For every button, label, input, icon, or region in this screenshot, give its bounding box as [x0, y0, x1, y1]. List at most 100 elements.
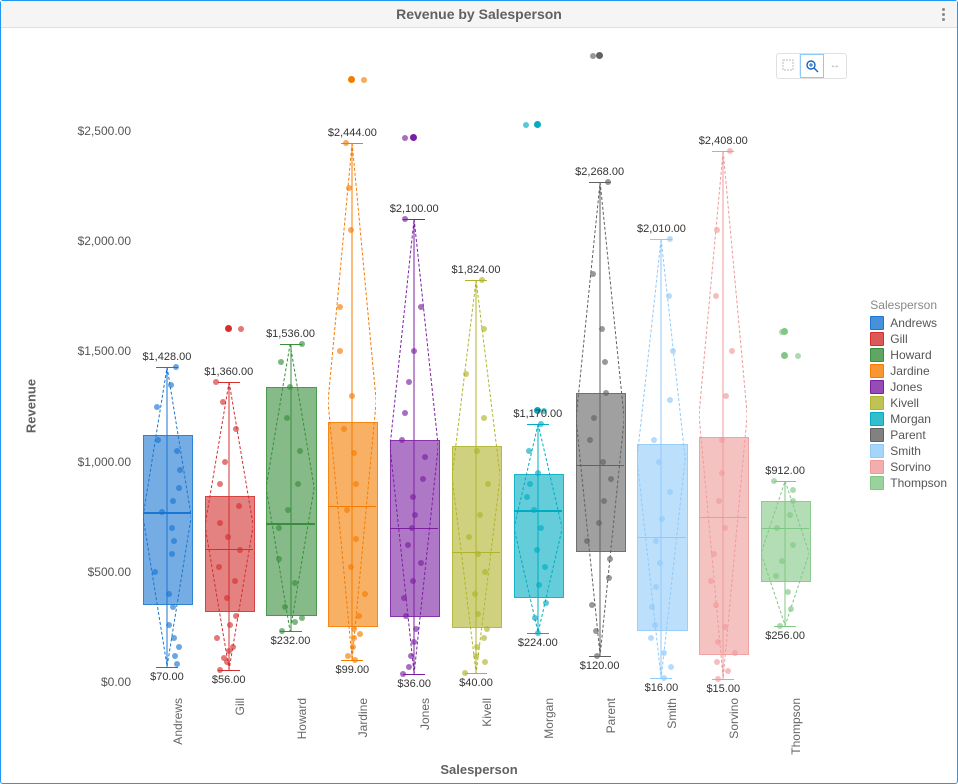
legend-item[interactable]: Morgan	[870, 412, 947, 426]
data-point[interactable]	[422, 454, 428, 460]
data-point[interactable]	[225, 534, 231, 540]
outlier-point[interactable]	[596, 52, 603, 59]
data-point[interactable]	[594, 653, 600, 659]
data-point[interactable]	[220, 399, 226, 405]
data-point[interactable]	[406, 664, 412, 670]
data-point[interactable]	[538, 421, 544, 427]
data-point[interactable]	[287, 384, 293, 390]
data-point[interactable]	[173, 364, 179, 370]
data-point[interactable]	[535, 470, 541, 476]
data-point[interactable]	[299, 341, 305, 347]
data-point[interactable]	[656, 459, 662, 465]
data-point[interactable]	[401, 595, 407, 601]
data-point[interactable]	[402, 135, 408, 141]
data-point[interactable]	[651, 437, 657, 443]
data-point[interactable]	[174, 661, 180, 667]
data-point[interactable]	[723, 393, 729, 399]
data-point[interactable]	[527, 481, 533, 487]
data-point[interactable]	[217, 481, 223, 487]
data-point[interactable]	[708, 578, 714, 584]
data-point[interactable]	[176, 644, 182, 650]
data-point[interactable]	[353, 536, 359, 542]
data-point[interactable]	[217, 667, 223, 673]
data-point[interactable]	[152, 569, 158, 575]
data-point[interactable]	[590, 53, 596, 59]
legend-item[interactable]: Smith	[870, 444, 947, 458]
data-point[interactable]	[337, 348, 343, 354]
data-point[interactable]	[463, 371, 469, 377]
data-point[interactable]	[543, 600, 549, 606]
data-point[interactable]	[279, 628, 285, 634]
data-point[interactable]	[349, 393, 355, 399]
overflow-menu-button[interactable]	[933, 4, 953, 24]
data-point[interactable]	[362, 591, 368, 597]
data-point[interactable]	[348, 227, 354, 233]
data-point[interactable]	[795, 353, 801, 359]
data-point[interactable]	[172, 653, 178, 659]
data-point[interactable]	[729, 348, 735, 354]
data-point[interactable]	[584, 538, 590, 544]
data-point[interactable]	[474, 644, 480, 650]
data-point[interactable]	[666, 293, 672, 299]
box[interactable]	[452, 446, 502, 628]
data-point[interactable]	[409, 525, 415, 531]
data-point[interactable]	[670, 348, 676, 354]
data-point[interactable]	[484, 626, 490, 632]
data-point[interactable]	[276, 556, 282, 562]
data-point[interactable]	[168, 382, 174, 388]
data-point[interactable]	[787, 512, 793, 518]
data-point[interactable]	[777, 623, 783, 629]
data-point[interactable]	[523, 122, 529, 128]
data-point[interactable]	[473, 653, 479, 659]
box[interactable]	[514, 474, 564, 598]
data-point[interactable]	[719, 470, 725, 476]
data-point[interactable]	[412, 512, 418, 518]
data-point[interactable]	[591, 415, 597, 421]
marquee-select-button[interactable]	[777, 54, 800, 76]
data-point[interactable]	[602, 359, 608, 365]
data-point[interactable]	[236, 503, 242, 509]
outlier-point[interactable]	[348, 76, 355, 83]
data-point[interactable]	[535, 630, 541, 636]
data-point[interactable]	[402, 216, 408, 222]
data-point[interactable]	[232, 578, 238, 584]
data-point[interactable]	[403, 613, 409, 619]
data-point[interactable]	[652, 622, 658, 628]
data-point[interactable]	[475, 551, 481, 557]
data-point[interactable]	[352, 657, 358, 663]
data-point[interactable]	[601, 498, 607, 504]
box[interactable]	[761, 501, 811, 581]
data-point[interactable]	[481, 326, 487, 332]
data-point[interactable]	[606, 575, 612, 581]
data-point[interactable]	[485, 481, 491, 487]
data-point[interactable]	[474, 448, 480, 454]
data-point[interactable]	[350, 644, 356, 650]
data-point[interactable]	[299, 615, 305, 621]
data-point[interactable]	[587, 437, 593, 443]
data-point[interactable]	[213, 379, 219, 385]
data-point[interactable]	[599, 326, 605, 332]
data-point[interactable]	[353, 481, 359, 487]
data-point[interactable]	[154, 404, 160, 410]
data-point[interactable]	[418, 304, 424, 310]
data-point[interactable]	[170, 604, 176, 610]
zoom-button[interactable]	[800, 54, 824, 78]
legend-item[interactable]: Howard	[870, 348, 947, 362]
data-point[interactable]	[590, 271, 596, 277]
outlier-point[interactable]	[534, 121, 541, 128]
data-point[interactable]	[481, 635, 487, 641]
data-point[interactable]	[481, 415, 487, 421]
legend-item[interactable]: Jones	[870, 380, 947, 394]
data-point[interactable]	[661, 650, 667, 656]
data-point[interactable]	[605, 179, 611, 185]
data-point[interactable]	[774, 525, 780, 531]
data-point[interactable]	[221, 655, 227, 661]
data-point[interactable]	[785, 589, 791, 595]
data-point[interactable]	[462, 670, 468, 676]
data-point[interactable]	[413, 626, 419, 632]
data-point[interactable]	[526, 448, 532, 454]
data-point[interactable]	[166, 622, 172, 628]
data-point[interactable]	[790, 487, 796, 493]
data-point[interactable]	[715, 676, 721, 682]
data-point[interactable]	[600, 459, 606, 465]
